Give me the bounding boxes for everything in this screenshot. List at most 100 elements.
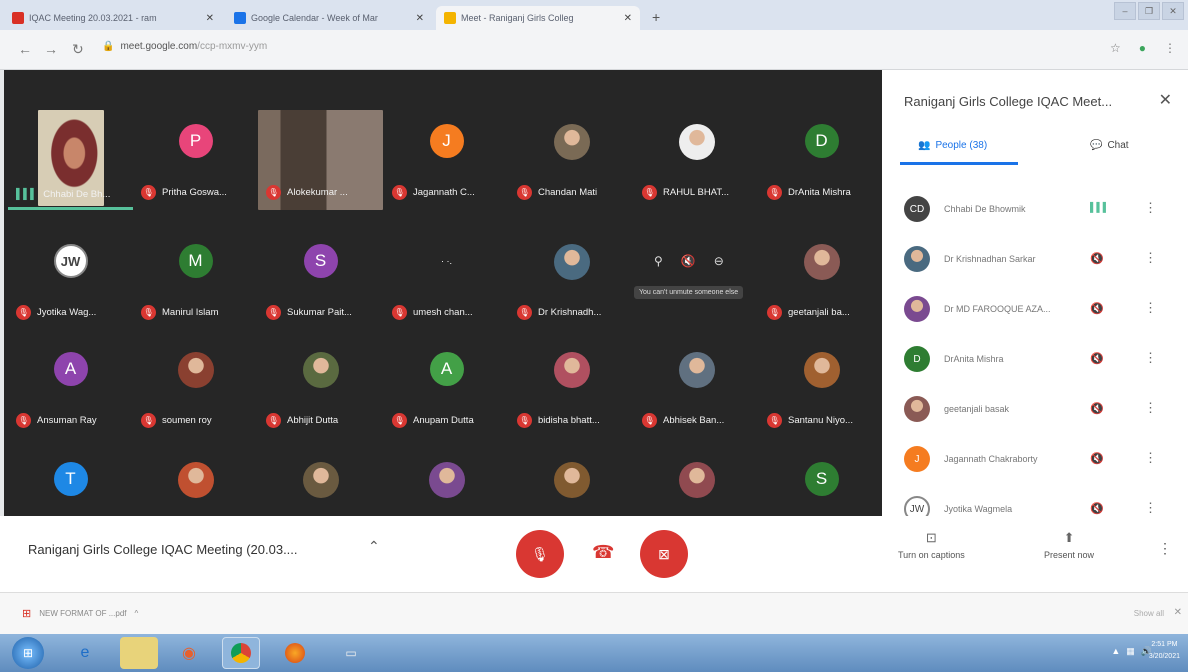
mic-off-icon[interactable]: 🔇	[1090, 352, 1104, 365]
mic-off-icon[interactable]: 🔇	[1090, 402, 1104, 415]
people-list-item[interactable]: J Jagannath Chakraborty 🔇 ⋮	[882, 438, 1188, 488]
speaking-indicator-icon[interactable]: ▌▌▌	[1090, 202, 1109, 212]
participant-name-row: 🎙 Sukumar Pait...	[266, 305, 352, 320]
menu-icon[interactable]: ⋮	[1164, 41, 1176, 55]
participant-tile[interactable]: 🎙 soumen roy	[133, 328, 258, 438]
people-list-item[interactable]: D DrAnita Mishra 🔇 ⋮	[882, 338, 1188, 388]
chrome-icon[interactable]	[222, 637, 260, 669]
avatar-photo	[302, 352, 339, 388]
participant-tile[interactable]: 🎙 Alokekumar ...	[258, 100, 383, 210]
more-options-icon[interactable]: ⋮	[1144, 300, 1157, 316]
close-tab-icon[interactable]: ✕	[206, 13, 214, 24]
chevron-up-icon[interactable]: ⌃	[368, 538, 380, 555]
participant-name-row: 🎙 DrAnita Mishra	[767, 185, 851, 200]
people-list-item[interactable]: CD Chhabi De Bhowmik ▌▌▌ ⋮	[882, 188, 1188, 238]
avatar-photo	[678, 462, 715, 498]
avatar-placeholder: · ·.	[441, 256, 452, 266]
forward-icon[interactable]: →	[44, 41, 58, 57]
tab-chat[interactable]: 💬 Chat	[1090, 140, 1129, 151]
show-all-link[interactable]: Show all	[1134, 609, 1164, 618]
participant-tile[interactable]: 🎙 Santanu Niyo...	[759, 328, 884, 438]
new-tab-button[interactable]: +	[652, 9, 660, 25]
chevron-up-icon[interactable]: ^	[134, 609, 138, 618]
people-list-item[interactable]: Dr Krishnadhan Sarkar 🔇 ⋮	[882, 238, 1188, 288]
url-field[interactable]: 🔒 meet.google.com/ccp-mxmv-yym	[102, 41, 267, 52]
people-list-item[interactable]: geetanjali basak 🔇 ⋮	[882, 388, 1188, 438]
participant-tile[interactable]: M 🎙 Manirul Islam	[133, 220, 258, 330]
participant-tile[interactable]: 🎙 bidisha bhatt...	[509, 328, 634, 438]
more-options-icon[interactable]: ⋮	[1144, 500, 1157, 516]
more-options-icon[interactable]: ⋮	[1158, 540, 1172, 557]
mic-off-icon: 🎙	[767, 305, 782, 320]
participant-grid: ▌▌▌ Chhabi De Bh... P 🎙 Pritha Goswa... 🎙 Alok…	[4, 70, 884, 538]
participant-tile[interactable]: A 🎙 Ansuman Ray	[8, 328, 133, 438]
media-player-icon[interactable]: ◉	[170, 637, 208, 669]
participant-tile[interactable]: 🎙 Abhijit Dutta	[258, 328, 383, 438]
participant-tile[interactable]: P 🎙 Pritha Goswa...	[133, 100, 258, 210]
extension-icon[interactable]: ●	[1139, 41, 1146, 55]
participant-tile[interactable]: 🎙 Abhisek Ban...	[634, 328, 759, 438]
mic-off-icon[interactable]: 🔇	[1090, 502, 1104, 515]
more-options-icon[interactable]: ⋮	[1144, 400, 1157, 416]
clock[interactable]: 2:51 PM 3/20/2021	[1149, 639, 1180, 663]
participant-tile[interactable]: D 🎙 DrAnita Mishra	[759, 100, 884, 210]
participant-tile[interactable]: 🎙 Dr Krishnadh...	[509, 220, 634, 330]
mic-off-icon[interactable]: 🔇	[1090, 252, 1104, 265]
present-button[interactable]: ⬆ Present now	[1044, 530, 1094, 560]
avatar-photo	[803, 352, 840, 388]
back-icon[interactable]: ←	[18, 41, 32, 57]
reload-icon[interactable]: ↻	[72, 41, 84, 58]
network-icon[interactable]: ▦	[1126, 646, 1135, 657]
participant-tile[interactable]: · ·. 🎙 umesh chan...	[384, 220, 509, 330]
maximize-button[interactable]: ❐	[1138, 2, 1160, 20]
more-options-icon[interactable]: ⋮	[1144, 350, 1157, 366]
participant-name-row: 🎙 soumen roy	[141, 413, 212, 428]
mic-off-icon: 🎙	[141, 305, 156, 320]
mic-off-icon[interactable]: 🔇	[1090, 452, 1104, 465]
participant-tile[interactable]: 🎙 geetanjali ba...	[759, 220, 884, 330]
camera-toggle-button[interactable]: ⊠	[640, 530, 688, 578]
taskbar: ⊞ e ◉ ▭ ▲ ▦ 🔊 2:51 PM 3/20/2021	[0, 634, 1188, 672]
participant-tile[interactable]: ▌▌▌ Chhabi De Bh...	[8, 100, 133, 210]
close-tab-icon[interactable]: ✕	[416, 13, 424, 24]
people-list-item[interactable]: JW Jyotika Wagmela 🔇 ⋮	[882, 488, 1188, 516]
internet-explorer-icon[interactable]: e	[66, 637, 104, 669]
download-item[interactable]: ⊞ NEW FORMAT OF ...pdf ^	[22, 607, 138, 620]
more-options-icon[interactable]: ⋮	[1144, 200, 1157, 216]
star-icon[interactable]: ☆	[1110, 41, 1121, 55]
participant-tile[interactable]: 🎙 RAHUL BHAT...	[634, 100, 759, 210]
document-icon[interactable]: ▭	[332, 637, 370, 669]
tab-meet[interactable]: Meet - Raniganj Girls Colleg ✕	[436, 6, 640, 30]
mic-off-icon[interactable]: 🔇	[681, 254, 696, 268]
close-panel-icon[interactable]: ✕	[1159, 90, 1172, 110]
captions-button[interactable]: ⊡ Turn on captions	[898, 530, 965, 560]
minimize-button[interactable]: –	[1114, 2, 1136, 20]
close-tab-icon[interactable]: ✕	[624, 13, 632, 24]
remove-icon[interactable]: ⊖	[714, 254, 724, 268]
people-list-item[interactable]: Dr MD FAROOQUE AZA... 🔇 ⋮	[882, 288, 1188, 338]
hang-up-button[interactable]: ☎	[592, 542, 614, 563]
mic-toggle-button[interactable]: 🎙	[516, 530, 564, 578]
mic-off-icon: 🎙	[642, 413, 657, 428]
more-options-icon[interactable]: ⋮	[1144, 450, 1157, 466]
participant-name: Abhisek Ban...	[663, 415, 725, 426]
mic-off-icon: 🎙	[392, 305, 407, 320]
firefox-icon[interactable]	[276, 637, 314, 669]
tab-people[interactable]: 👥 People (38)	[918, 140, 987, 151]
participant-tile[interactable]: 🎙 Chandan Mati	[509, 100, 634, 210]
close-window-button[interactable]: ✕	[1162, 2, 1184, 20]
participant-tile[interactable]: J 🎙 Jagannath C...	[384, 100, 509, 210]
start-button[interactable]: ⊞	[12, 637, 44, 669]
participant-tile[interactable]: JW 🎙 Jyotika Wag...	[8, 220, 133, 330]
participant-tile[interactable]: A 🎙 Anupam Dutta	[384, 328, 509, 438]
close-download-bar-icon[interactable]: ✕	[1174, 607, 1182, 618]
file-explorer-icon[interactable]	[120, 637, 158, 669]
participant-tile[interactable]: S 🎙 Sukumar Pait...	[258, 220, 383, 330]
pin-icon[interactable]: ⚲	[654, 254, 663, 268]
tab-calendar[interactable]: Google Calendar - Week of Mar ✕	[226, 6, 432, 30]
tab-gmail[interactable]: IQAC Meeting 20.03.2021 - ram ✕	[4, 6, 222, 30]
participant-tile[interactable]: ⚲ 🔇 ⊖ You can't unmute someone else	[634, 220, 759, 330]
more-options-icon[interactable]: ⋮	[1144, 250, 1157, 266]
mic-off-icon[interactable]: 🔇	[1090, 302, 1104, 315]
tray-arrow-icon[interactable]: ▲	[1111, 646, 1120, 657]
